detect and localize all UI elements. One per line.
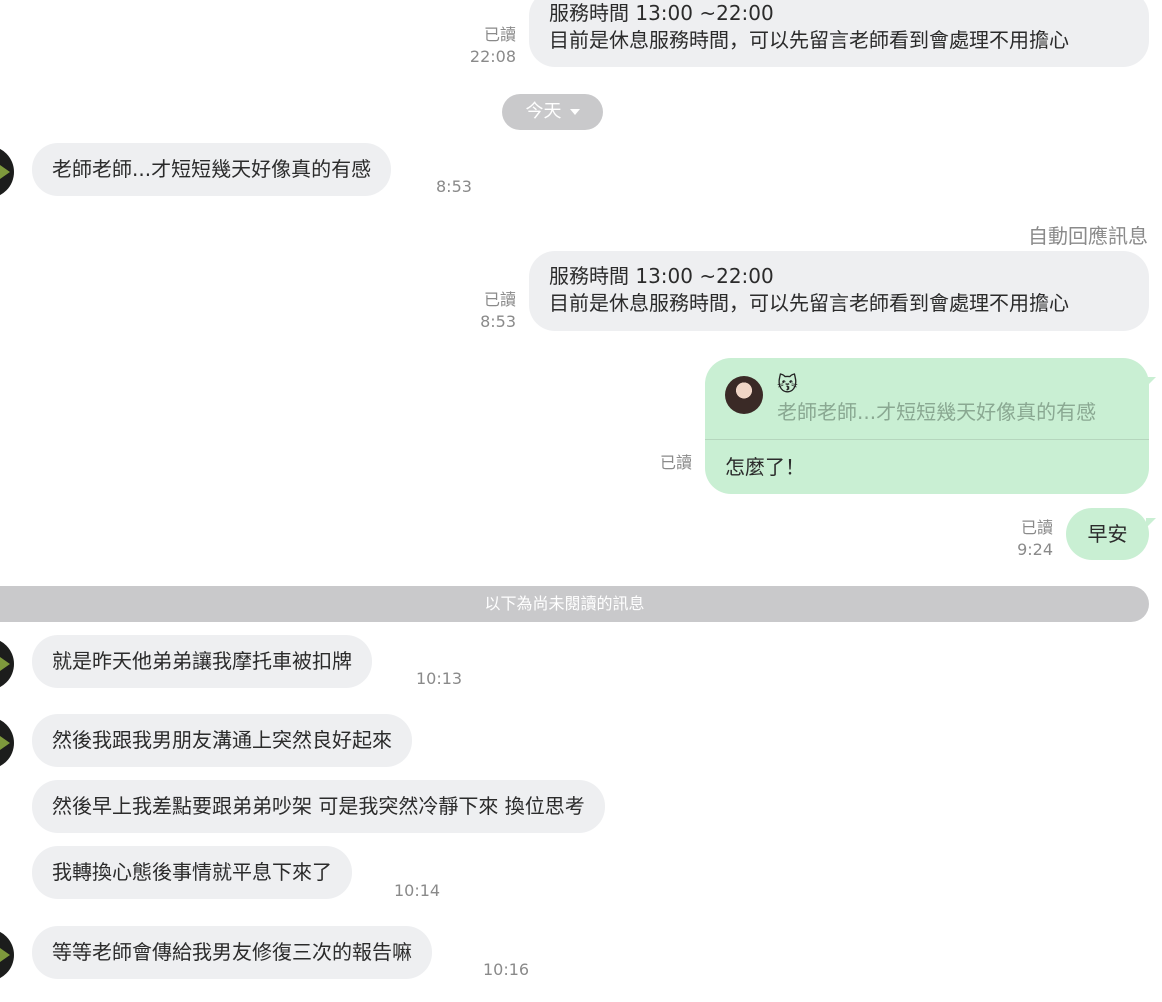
- service-hours-line: 服務時間 13:00 ~22:00: [549, 1, 774, 25]
- cat-emoji-icon: 😽: [777, 372, 798, 396]
- message-text: 早安: [1087, 522, 1128, 546]
- service-hours-line: 服務時間 13:00 ~22:00: [549, 264, 774, 288]
- reply-separator: [705, 439, 1149, 440]
- outgoing-message[interactable]: 早安: [1066, 508, 1149, 560]
- incoming-message[interactable]: 然後我跟我男朋友溝通上突然良好起來: [32, 714, 412, 767]
- message-time: 8:53: [436, 177, 472, 196]
- auto-reply-label: 自動回應訊息: [1028, 224, 1148, 248]
- bubble-tail: [1146, 518, 1156, 528]
- reply-text: 怎麼了！: [725, 455, 805, 479]
- service-notice-line: 目前是休息服務時間，可以先留言老師看到會處理不用擔心: [549, 28, 1069, 52]
- date-label: 今天: [525, 101, 562, 122]
- read-label: 已讀: [483, 25, 516, 44]
- incoming-message[interactable]: 然後早上我差點要跟弟弟吵架 可是我突然冷靜下來 換位思考: [32, 780, 605, 833]
- caret-down-icon: [569, 109, 580, 115]
- message-text: 就是昨天他弟弟讓我摩托車被扣牌: [52, 649, 352, 673]
- read-receipt: 已讀 9:24: [990, 517, 1053, 561]
- quoted-avatar: [725, 376, 763, 414]
- contact-avatar[interactable]: [0, 717, 14, 769]
- unread-divider-label: 以下為尚未閱讀的訊息: [484, 594, 645, 613]
- time-label: 8:53: [480, 312, 516, 331]
- incoming-message[interactable]: 我轉換心態後事情就平息下來了: [32, 846, 352, 899]
- message-time: 10:14: [394, 881, 441, 900]
- bubble-tail: [1146, 377, 1156, 387]
- time-label: 22:08: [469, 47, 516, 66]
- message-time: 10:13: [416, 669, 463, 688]
- message-text: 然後早上我差點要跟弟弟吵架 可是我突然冷靜下來 換位思考: [52, 794, 585, 818]
- contact-avatar[interactable]: [0, 638, 14, 690]
- time-label: 9:24: [1017, 540, 1053, 559]
- read-receipt: 已讀 8:53: [450, 289, 516, 333]
- incoming-message[interactable]: 等等老師會傳給我男友修復三次的報告嘛: [32, 926, 432, 979]
- message-text: 等等老師會傳給我男友修復三次的報告嘛: [52, 940, 412, 964]
- message-time: 10:16: [483, 960, 530, 979]
- read-receipt-top: 已讀 22:08: [450, 24, 516, 68]
- message-text: 我轉換心態後事情就平息下來了: [52, 860, 332, 884]
- incoming-message[interactable]: 老師老師...才短短幾天好像真的有感: [32, 143, 392, 196]
- message-text: 老師老師...才短短幾天好像真的有感: [52, 157, 372, 181]
- unread-divider: 以下為尚未閱讀的訊息: [0, 586, 1149, 622]
- contact-avatar[interactable]: [0, 929, 14, 981]
- date-selector[interactable]: 今天: [502, 94, 603, 130]
- message-text: 然後我跟我男朋友溝通上突然良好起來: [52, 728, 392, 752]
- service-notice-line: 目前是休息服務時間，可以先留言老師看到會處理不用擔心: [549, 291, 1069, 315]
- read-label: 已讀: [1020, 518, 1053, 537]
- read-label: 已讀: [659, 453, 692, 472]
- reply-message[interactable]: 😽 老師老師...才短短幾天好像真的有感 怎麼了！: [705, 358, 1149, 494]
- quoted-text: 老師老師...才短短幾天好像真的有感: [777, 400, 1097, 424]
- incoming-message[interactable]: 就是昨天他弟弟讓我摩托車被扣牌: [32, 635, 372, 688]
- auto-reply-message[interactable]: 服務時間 13:00 ~22:00 目前是休息服務時間，可以先留言老師看到會處理…: [529, 251, 1149, 331]
- service-hours-message-top[interactable]: 服務時間 13:00 ~22:00 目前是休息服務時間，可以先留言老師看到會處理…: [529, 0, 1149, 67]
- chat-window: 已讀 22:08 服務時間 13:00 ~22:00 目前是休息服務時間，可以先…: [0, 0, 1162, 1002]
- contact-avatar[interactable]: [0, 146, 14, 198]
- read-label: 已讀: [483, 290, 516, 309]
